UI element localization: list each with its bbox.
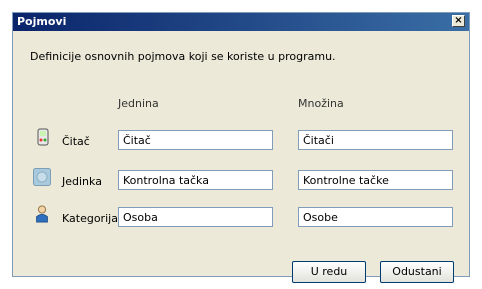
reader-plural-input[interactable] xyxy=(298,130,453,150)
category-singular-input[interactable] xyxy=(118,207,273,227)
close-button[interactable]: × xyxy=(452,15,465,27)
person-icon xyxy=(36,205,48,223)
category-plural-input[interactable] xyxy=(298,207,453,227)
column-header-plural: Množina xyxy=(298,97,344,110)
row-label-category: Kategorija xyxy=(62,212,118,225)
unit-singular-input[interactable] xyxy=(118,170,273,190)
reader-singular-input[interactable] xyxy=(118,130,273,150)
reader-icon xyxy=(37,128,49,146)
unit-icon xyxy=(33,168,51,186)
title-bar: Pojmovi × xyxy=(13,13,469,31)
row-label-unit: Jedinka xyxy=(62,175,102,188)
row-label-reader: Čitač xyxy=(62,135,90,148)
window-title: Pojmovi xyxy=(17,15,67,28)
cancel-button[interactable]: Odustani xyxy=(380,261,454,283)
unit-plural-input[interactable] xyxy=(298,170,453,190)
description-text: Definicije osnovnih pojmova koji se kori… xyxy=(30,50,336,63)
ok-button[interactable]: U redu xyxy=(292,261,366,283)
column-header-singular: Jednina xyxy=(118,97,159,110)
